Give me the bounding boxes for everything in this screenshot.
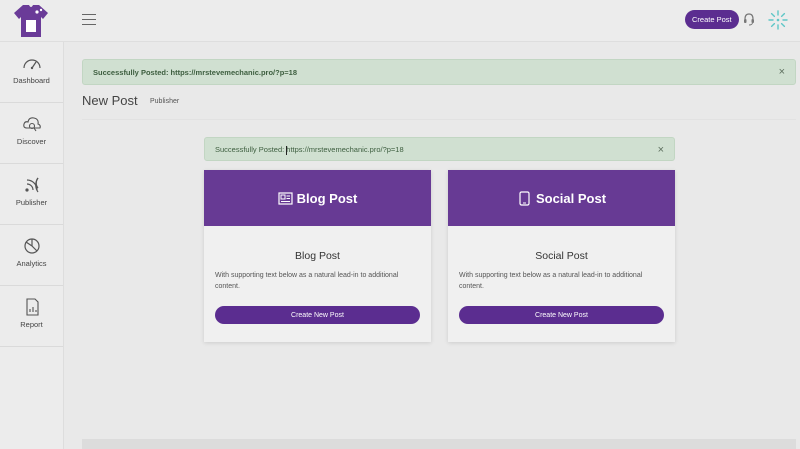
card-header-title: Social Post [535, 190, 607, 206]
sidebar-item-label: Report [20, 320, 43, 329]
social-post-card: Social Post Social Post With supporting … [448, 170, 675, 342]
sidebar-item-label: Publisher [15, 198, 48, 207]
card-title: Blog Post [295, 250, 340, 262]
create-post-button[interactable]: Create Post [685, 10, 739, 29]
pie-chart-icon [23, 238, 40, 254]
alert-message: Successfully Posted: https://mrstevemech… [93, 68, 298, 77]
close-icon[interactable]: × [658, 144, 664, 156]
hamburger-line [82, 24, 96, 25]
text-cursor [286, 146, 287, 155]
card-header: Blog Post [204, 170, 431, 226]
network-spinner-icon [768, 10, 788, 30]
hamburger-line [82, 19, 96, 20]
rss-icon [24, 177, 39, 193]
support-headset-icon[interactable] [743, 12, 755, 26]
cloud-search-icon [22, 117, 41, 132]
card-header: Social Post [448, 170, 675, 226]
success-alert: Successfully Posted: https://mrstevemech… [82, 59, 796, 85]
menu-toggle-button[interactable] [82, 14, 96, 26]
sidebar-item-report[interactable]: Report [0, 286, 63, 347]
sidebar-item-analytics[interactable]: Analytics [0, 225, 63, 286]
sidebar-item-discover[interactable]: Discover [0, 103, 63, 164]
hamburger-line [82, 14, 96, 15]
sidebar-item-label: Dashboard [13, 76, 50, 85]
speedometer-icon [22, 59, 41, 70]
blog-post-card: Blog Post Blog Post With supporting text… [204, 170, 431, 342]
footer-bar [82, 439, 796, 449]
create-blog-post-button[interactable]: Create New Post [215, 306, 420, 324]
alert-message: Successfully Posted: https://mrstevemech… [215, 145, 404, 154]
card-header-title: Blog Post [296, 190, 358, 206]
divider [82, 119, 796, 120]
breadcrumb: Publisher [150, 98, 180, 105]
mobile-icon [519, 190, 530, 206]
card-text: With supporting text below as a natural … [459, 272, 643, 290]
newspaper-icon [278, 191, 293, 205]
card-text: With supporting text below as a natural … [215, 272, 399, 290]
sidebar: Dashboard Discover Publisher Analytics R… [0, 42, 64, 449]
sidebar-item-dashboard[interactable]: Dashboard [0, 42, 63, 103]
success-alert-inner: Successfully Posted: https://mrstevemech… [204, 137, 675, 161]
close-icon[interactable]: × [779, 66, 785, 78]
page-title: New Post [82, 93, 138, 108]
report-doc-icon [25, 298, 39, 316]
sidebar-item-label: Discover [16, 137, 47, 146]
sidebar-item-publisher[interactable]: Publisher [0, 164, 63, 225]
top-header: Create Post [0, 0, 800, 42]
tshirt-logo-icon[interactable] [12, 3, 50, 39]
sidebar-item-label: Analytics [16, 259, 47, 268]
card-title: Social Post [535, 250, 588, 262]
create-social-post-button[interactable]: Create New Post [459, 306, 664, 324]
